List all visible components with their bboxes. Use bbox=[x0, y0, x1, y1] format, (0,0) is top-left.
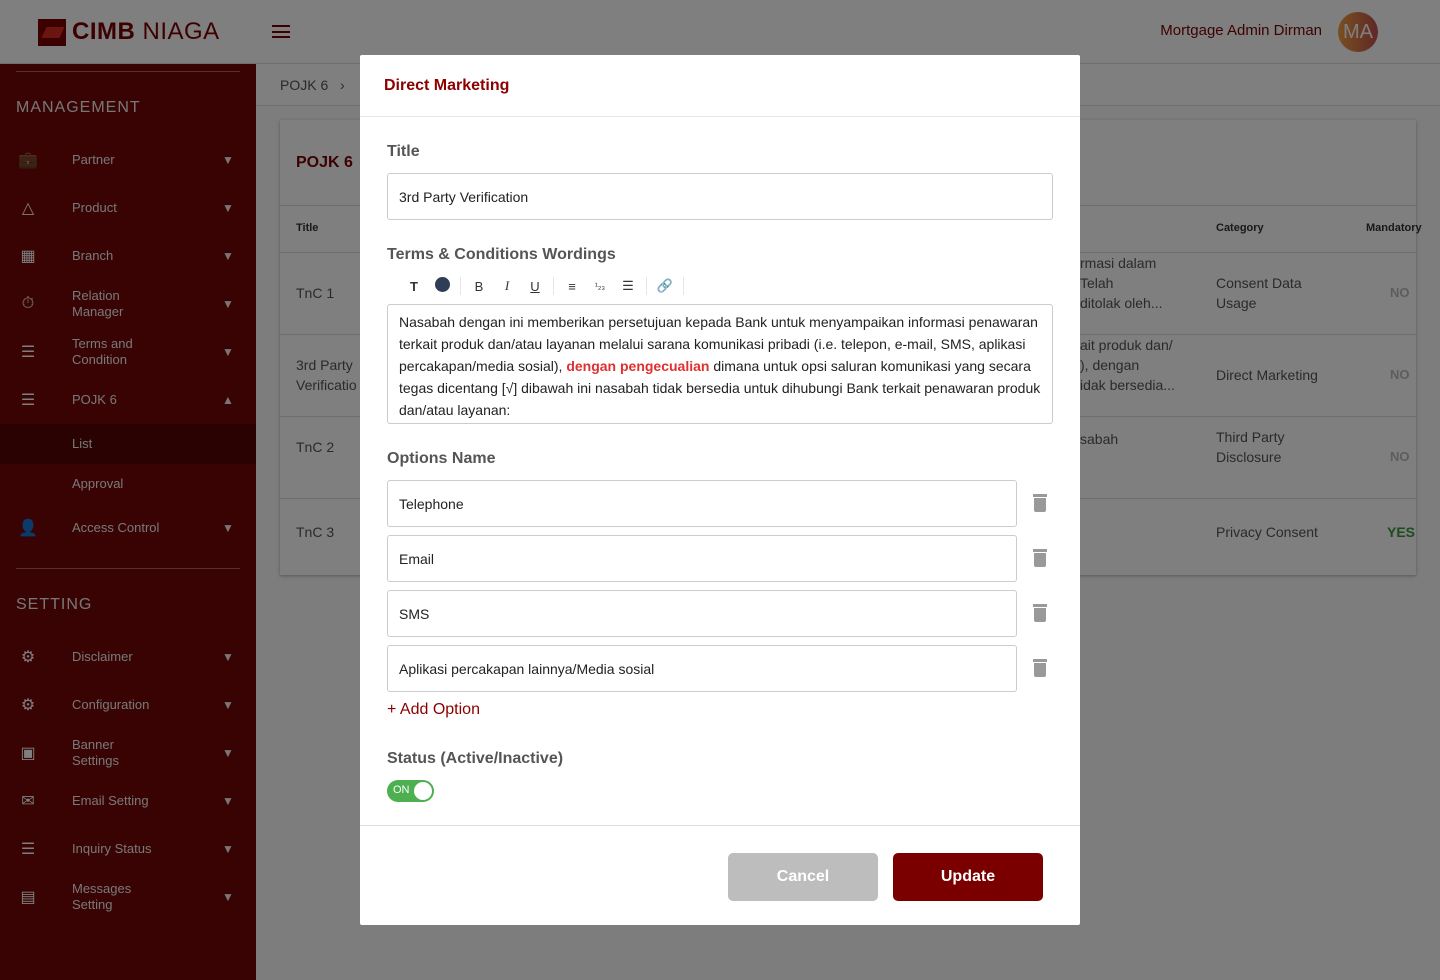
terms-label: Terms & Conditions Wordings bbox=[387, 246, 616, 263]
underline-icon[interactable]: U bbox=[521, 279, 549, 294]
edit-tnc-modal: Direct Marketing Title 3rd Party Verific… bbox=[360, 55, 1080, 925]
italic-icon[interactable]: I bbox=[493, 278, 521, 294]
trash-icon[interactable] bbox=[1033, 604, 1047, 622]
update-button[interactable]: Update bbox=[893, 853, 1043, 901]
option-input-email[interactable]: Email bbox=[387, 535, 1017, 582]
modal-title: Direct Marketing bbox=[360, 55, 1080, 117]
divider bbox=[360, 825, 1080, 826]
status-toggle[interactable]: ON bbox=[387, 780, 434, 802]
option-input-telephone[interactable]: Telephone bbox=[387, 480, 1017, 527]
align-left-icon[interactable]: ≡ bbox=[558, 279, 586, 294]
status-label: Status (Active/Inactive) bbox=[387, 750, 564, 767]
color-picker-icon[interactable] bbox=[428, 277, 456, 295]
ordered-list-icon[interactable]: ¹₂₃ bbox=[586, 281, 614, 291]
link-icon[interactable]: 🔗 bbox=[651, 278, 679, 294]
editor-toolbar: T B I U ≡ ¹₂₃ ☰ 🔗 bbox=[400, 277, 688, 295]
bold-icon[interactable]: B bbox=[465, 279, 493, 294]
title-label: Title bbox=[387, 143, 420, 160]
trash-icon[interactable] bbox=[1033, 494, 1047, 512]
terms-editor[interactable]: Nasabah dengan ini memberikan persetujua… bbox=[387, 304, 1053, 424]
options-label: Options Name bbox=[387, 450, 496, 467]
cancel-button[interactable]: Cancel bbox=[728, 853, 878, 901]
option-input-social[interactable]: Aplikasi percakapan lainnya/Media sosial bbox=[387, 645, 1017, 692]
add-option-link[interactable]: + Add Option bbox=[387, 701, 480, 719]
trash-icon[interactable] bbox=[1033, 659, 1047, 677]
trash-icon[interactable] bbox=[1033, 549, 1047, 567]
title-input[interactable]: 3rd Party Verification bbox=[387, 173, 1053, 220]
bullet-list-icon[interactable]: ☰ bbox=[614, 278, 642, 294]
text-format-icon[interactable]: T bbox=[400, 279, 428, 294]
option-input-sms[interactable]: SMS bbox=[387, 590, 1017, 637]
